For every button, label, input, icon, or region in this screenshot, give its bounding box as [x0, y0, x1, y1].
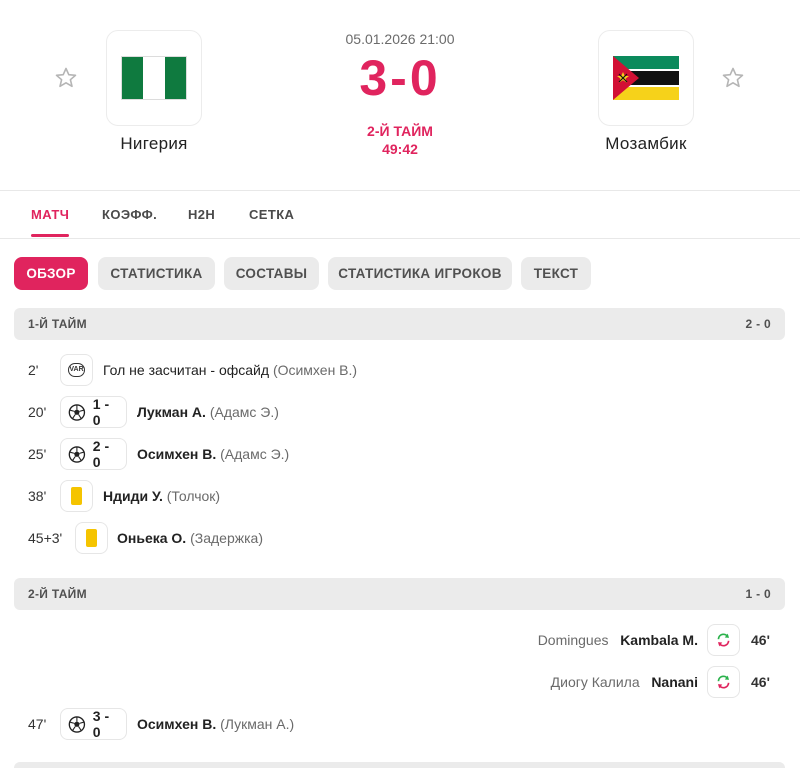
ball-icon [68, 445, 86, 463]
event-player[interactable]: Осимхен В. [137, 716, 216, 732]
tab-odds[interactable]: КОЭФФ. [102, 207, 157, 222]
event-detail: (Осимхен В.) [272, 362, 358, 378]
event-text: Осимхен В. (Адамс Э.) [137, 446, 289, 462]
subtab-statistics[interactable]: СТАТИСТИКА [98, 257, 215, 290]
match-score: 3-0 [359, 50, 441, 106]
var-icon: VAR [68, 363, 85, 377]
nigeria-flag-icon [121, 56, 187, 100]
favorite-home-star-icon[interactable] [54, 66, 78, 90]
section-title: 1-Й ТАЙМ [28, 317, 87, 331]
event-text: Осимхен В. (Лукман А.) [137, 716, 294, 732]
event-detail: (Лукман А.) [220, 716, 295, 732]
event-icon-box: 3 - 0 [60, 708, 127, 740]
event-icon-box [60, 480, 93, 512]
event-icon-box: 1 - 0 [60, 396, 127, 428]
event-text: Ндиди У. (Толчок) [103, 488, 220, 504]
tab-bracket[interactable]: СЕТКА [249, 207, 294, 222]
subtab-lineups[interactable]: СОСТАВЫ [224, 257, 319, 290]
substitution-icon [717, 633, 730, 647]
event-text: Гол не засчитан - офсайд (Осимхен В.) [103, 362, 357, 378]
section-score: 1 - 0 [745, 587, 771, 601]
yellow-card-icon [71, 487, 82, 505]
event-icon-box: 2 - 0 [60, 438, 127, 470]
substitution-text: Диогу Калила Nanani [551, 674, 698, 690]
event-icon-box [75, 522, 108, 554]
next-section-bar-partial [14, 762, 785, 768]
player-out[interactable]: Диогу Калила [551, 674, 640, 690]
section-score: 2 - 0 [745, 317, 771, 331]
ball-icon [68, 403, 86, 421]
event-player[interactable]: Осимхен В. [137, 446, 216, 462]
substitution-icon [717, 675, 730, 689]
ball-icon [68, 715, 86, 733]
event-player[interactable]: Ндиди У. [103, 488, 163, 504]
event-minute: 25' [28, 446, 47, 462]
tab-match[interactable]: МАТЧ [31, 207, 69, 222]
event-detail: (Задержка) [190, 530, 263, 546]
goal-score: 2 - 0 [92, 438, 110, 470]
match-period: 2-Й ТАЙМ [367, 123, 433, 139]
subtab-text[interactable]: ТЕКСТ [521, 257, 591, 290]
player-out[interactable]: Domingues [538, 632, 609, 648]
event-minute: 46' [751, 674, 770, 690]
event-minute: 38' [28, 488, 47, 504]
mozambique-flag-icon [613, 56, 679, 100]
match-clock: 49:42 [382, 141, 418, 157]
event-detail: (Адамс Э.) [209, 404, 279, 420]
home-team-name[interactable]: Нигерия [64, 134, 244, 154]
favorite-away-star-icon[interactable] [721, 66, 745, 90]
header-divider [0, 190, 800, 191]
goal-score: 1 - 0 [92, 396, 110, 428]
event-player[interactable]: Оньека О. [117, 530, 186, 546]
subtab-player-statistics[interactable]: СТАТИСТИКА ИГРОКОВ [328, 257, 512, 290]
event-minute: 47' [28, 716, 47, 732]
yellow-card-icon [86, 529, 97, 547]
away-team-logo[interactable] [598, 30, 694, 126]
away-team-name[interactable]: Мозамбик [556, 134, 736, 154]
event-minute: 46' [751, 632, 770, 648]
player-in[interactable]: Kambala M. [620, 632, 698, 648]
first-half-header: 1-Й ТАЙМ 2 - 0 [14, 308, 785, 340]
event-icon-box [707, 666, 740, 698]
goal-score: 3 - 0 [92, 708, 110, 740]
event-detail: (Адамс Э.) [220, 446, 290, 462]
second-half-header: 2-Й ТАЙМ 1 - 0 [14, 578, 785, 610]
event-text: Лукман А. (Адамс Э.) [137, 404, 279, 420]
event-icon-box: VAR [60, 354, 93, 386]
match-header: Нигерия 05.01.2026 21:00 3-0 2-Й ТАЙМ 49… [0, 0, 800, 190]
event-icon-box [707, 624, 740, 656]
substitution-text: Domingues Kambala M. [538, 632, 698, 648]
match-datetime: 05.01.2026 21:00 [345, 31, 455, 47]
subtab-overview[interactable]: ОБЗОР [14, 257, 88, 290]
event-text: Оньека О. (Задержка) [117, 530, 263, 546]
event-player[interactable]: Лукман А. [137, 404, 206, 420]
event-minute: 2' [28, 362, 39, 378]
active-tab-indicator [31, 234, 69, 237]
home-team-logo[interactable] [106, 30, 202, 126]
event-description: Гол не засчитан - офсайд [103, 362, 270, 378]
event-detail: (Толчок) [166, 488, 221, 504]
event-minute: 20' [28, 404, 47, 420]
tabs-divider [0, 238, 800, 239]
tab-h2h[interactable]: H2H [188, 207, 215, 222]
player-in[interactable]: Nanani [651, 674, 698, 690]
event-minute: 45+3' [28, 530, 63, 546]
section-title: 2-Й ТАЙМ [28, 587, 87, 601]
